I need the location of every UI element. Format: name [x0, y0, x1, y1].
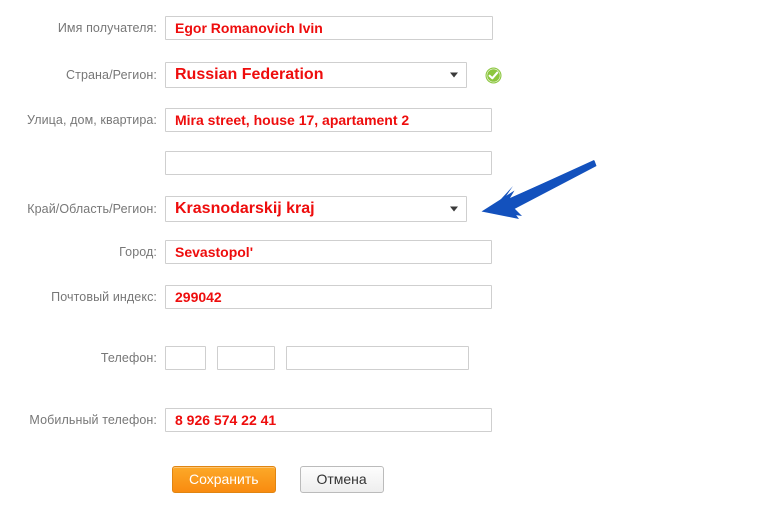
label-country-region: Страна/Регион:	[66, 68, 157, 82]
input-address-line-2[interactable]	[165, 151, 492, 175]
input-postal-code[interactable]: 299042	[165, 285, 492, 309]
form-row-state-province-region: Край/Область/Регион: Krasnodarskij kraj	[0, 196, 467, 222]
label-recipient-name: Имя получателя:	[57, 21, 157, 35]
control-state-province-region: Krasnodarskij kraj	[165, 196, 467, 222]
control-phone	[165, 346, 469, 370]
label-mobile-phone: Мобильный телефон:	[29, 413, 157, 427]
form-row-recipient-name: Имя получателя: Egor Romanovich Ivin	[0, 16, 493, 40]
label-postal-code: Почтовый индекс:	[51, 290, 157, 304]
control-city: Sevastopol'	[165, 240, 492, 264]
control-address-line-2	[165, 151, 492, 175]
control-mobile-phone: 8 926 574 22 41	[165, 408, 492, 432]
select-country-region-value: Russian Federation	[175, 66, 324, 83]
form-row-postal-code: Почтовый индекс: 299042	[0, 285, 492, 309]
control-recipient-name: Egor Romanovich Ivin	[165, 16, 493, 40]
input-phone-country-code[interactable]	[165, 346, 206, 370]
control-street-address: Mira street, house 17, apartament 2	[165, 108, 492, 132]
input-phone-number[interactable]	[286, 346, 469, 370]
input-mobile-phone[interactable]: 8 926 574 22 41	[165, 408, 492, 432]
input-recipient-name[interactable]: Egor Romanovich Ivin	[165, 16, 493, 40]
save-button[interactable]: Сохранить	[172, 466, 276, 493]
control-postal-code: 299042	[165, 285, 492, 309]
address-form: Имя получателя: Egor Romanovich Ivin Стр…	[0, 0, 774, 519]
select-country-region[interactable]: Russian Federation	[165, 62, 467, 88]
cancel-button[interactable]: Отмена	[299, 466, 384, 493]
control-country-region: Russian Federation	[165, 62, 502, 88]
label-city: Город:	[119, 245, 157, 259]
form-actions: Сохранить Отмена	[172, 466, 384, 493]
form-row-address-line-2	[0, 151, 492, 175]
form-row-phone: Телефон:	[0, 346, 469, 370]
label-street-address: Улица, дом, квартира:	[26, 113, 157, 127]
form-row-street-address: Улица, дом, квартира: Mira street, house…	[0, 108, 492, 132]
input-city[interactable]: Sevastopol'	[165, 240, 492, 264]
label-phone: Телефон:	[100, 351, 157, 365]
chevron-down-icon	[450, 206, 458, 212]
form-row-mobile-phone: Мобильный телефон: 8 926 574 22 41	[0, 408, 492, 432]
form-row-country-region: Страна/Регион: Russian Federation	[0, 62, 502, 88]
phone-input-group	[165, 346, 469, 370]
select-state-province-region-value: Krasnodarskij kraj	[175, 200, 315, 217]
form-row-city: Город: Sevastopol'	[0, 240, 492, 264]
label-state-province-region: Край/Область/Регион:	[27, 202, 157, 216]
chevron-down-icon	[450, 72, 458, 78]
input-street-address[interactable]: Mira street, house 17, apartament 2	[165, 108, 492, 132]
select-state-province-region[interactable]: Krasnodarskij kraj	[165, 196, 467, 222]
input-phone-area-code[interactable]	[217, 346, 275, 370]
check-circle-icon	[485, 67, 502, 84]
